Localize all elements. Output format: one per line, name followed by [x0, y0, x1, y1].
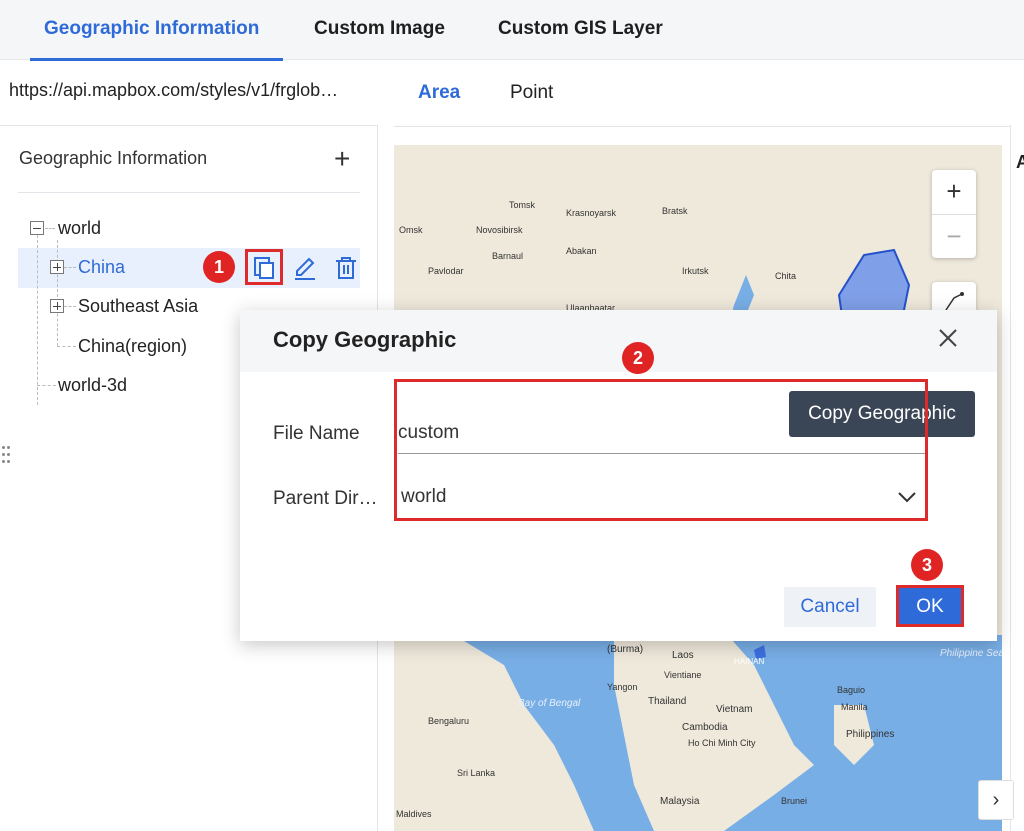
tab-point[interactable]: Point: [510, 82, 553, 104]
map-label-laos: Laos: [672, 650, 694, 661]
map-label-sri-lanka: Sri Lanka: [457, 768, 496, 778]
map-label-bengaluru: Bengaluru: [428, 716, 470, 726]
map-label-ho-chi-minh: Ho Chi Minh City: [688, 738, 756, 748]
file-name-label: File Name: [273, 423, 360, 444]
map-label-yangon: Yangon: [607, 682, 638, 692]
map-label-chita: Chita: [775, 271, 797, 281]
copy-icon[interactable]: [250, 254, 278, 282]
step-badge-2: 2: [622, 342, 654, 374]
tree-item-southeast-asia[interactable]: Southeast Asia: [78, 296, 198, 317]
tree-item-world[interactable]: world: [58, 218, 101, 239]
plus-icon[interactable]: +: [334, 145, 350, 173]
top-tab-bar: Geographic Information Custom Image Cust…: [0, 0, 1024, 61]
zoom-in-button[interactable]: +: [932, 170, 976, 214]
tree-guide-line: [64, 306, 76, 307]
map-label-novosibirsk: Novosibirsk: [476, 225, 523, 235]
tab-geographic-information[interactable]: Geographic Information: [29, 0, 284, 61]
right-panel-label: A: [1016, 152, 1024, 172]
tree-item-world-3d[interactable]: world-3d: [58, 375, 127, 396]
tree-guide-line: [37, 385, 56, 386]
step-badge-3: 3: [911, 549, 943, 581]
map-label-tomsk: Tomsk: [509, 200, 536, 210]
map-label-thailand: Thailand: [648, 696, 687, 707]
edit-icon[interactable]: [291, 254, 319, 282]
map-label-cambodia: Cambodia: [682, 722, 728, 733]
map-label-vietnam: Vietnam: [716, 704, 753, 715]
tree-guide-line: [57, 346, 76, 347]
tree-item-china-region[interactable]: China(region): [78, 336, 187, 357]
drag-handle-icon[interactable]: [2, 446, 10, 468]
map-label-abakan: Abakan: [566, 246, 597, 256]
map-label-vientiane: Vientiane: [664, 670, 702, 680]
chevron-right-icon[interactable]: ›: [978, 780, 1014, 820]
panel-title: Geographic Information: [19, 148, 208, 168]
map-label-irkutsk: Irkutsk: [682, 266, 709, 276]
step-badge-1: 1: [203, 251, 235, 283]
right-panel-edge: [1010, 125, 1024, 831]
divider: [18, 192, 360, 193]
map-label-bratsk: Bratsk: [662, 206, 688, 216]
tab-custom-image[interactable]: Custom Image: [314, 0, 445, 60]
tab-custom-gis-layer[interactable]: Custom GIS Layer: [498, 0, 663, 60]
map-label-omsk: Omsk: [399, 225, 423, 235]
parent-dir-label: Parent Dir…: [273, 488, 378, 509]
collapse-icon[interactable]: [30, 221, 44, 235]
tree-guide-line: [45, 228, 55, 229]
map-label-baguio: Baguio: [837, 685, 866, 695]
highlight-form: [394, 379, 928, 521]
dialog-header: Copy Geographic: [240, 310, 997, 372]
tree-guide-line: [64, 267, 76, 268]
expand-icon[interactable]: [50, 260, 64, 274]
zoom-control: + −: [932, 170, 976, 258]
divider: [394, 126, 1010, 127]
tree-guide-line: [37, 235, 38, 405]
map-label-burma: (Burma): [607, 644, 644, 655]
map-label-pavlodar: Pavlodar: [428, 266, 464, 276]
expand-icon[interactable]: [50, 299, 64, 313]
map-label-malaysia: Malaysia: [660, 796, 700, 807]
map-label-philippine-sea: Philippine Sea: [940, 648, 1002, 659]
map-label-maldives: Maldives: [396, 809, 432, 819]
tree-guide-line: [57, 240, 58, 346]
map-label-brunei: Brunei: [781, 796, 808, 806]
cancel-button[interactable]: Cancel: [784, 587, 876, 627]
tree-item-china[interactable]: China: [78, 257, 125, 278]
zoom-out-button[interactable]: −: [932, 214, 976, 258]
tab-area[interactable]: Area: [418, 82, 460, 104]
map-label-krasnoyarsk: Krasnoyarsk: [566, 208, 617, 218]
map-label-barnaul: Barnaul: [492, 251, 524, 261]
dialog-title: Copy Geographic: [273, 327, 457, 352]
map-style-url[interactable]: https://api.mapbox.com/styles/v1/frglob…: [9, 80, 369, 101]
map-label-hainan: HAINAN: [734, 657, 765, 666]
close-icon[interactable]: [936, 326, 960, 350]
map-label-philippines: Philippines: [846, 729, 895, 740]
highlight-ok: [896, 585, 964, 627]
map-label-manila: Manila: [841, 702, 868, 712]
map-label-bay-of-bengal: Bay of Bengal: [518, 698, 581, 709]
delete-icon[interactable]: [332, 254, 360, 282]
